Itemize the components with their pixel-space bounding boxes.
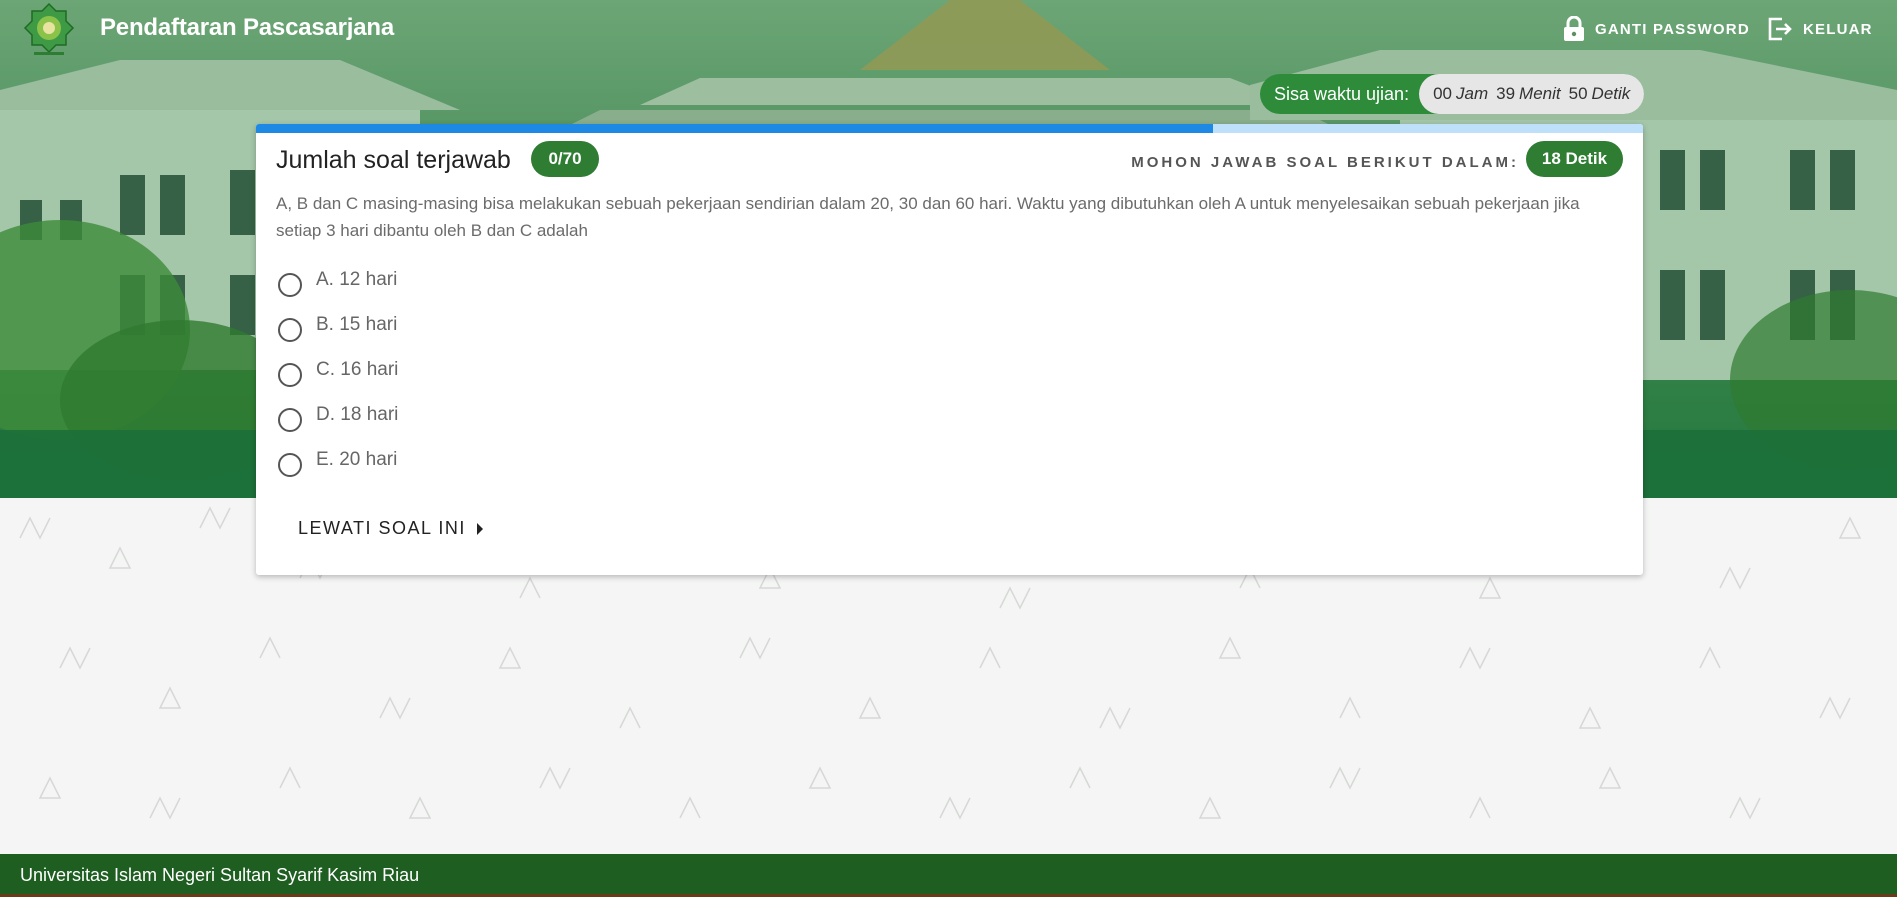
answer-option-c[interactable]: C. 16 hari [276,354,399,387]
radio-button[interactable] [278,408,302,432]
timer-label: Sisa waktu ujian: [1274,83,1410,104]
timer-minutes: 39 [1496,84,1516,103]
question-card: Jumlah soal terjawab 0/70 MOHON JAWAB SO… [256,124,1643,575]
answer-within-label: MOHON JAWAB SOAL BERIKUT DALAM: [1131,154,1519,171]
timer-hours: 00 [1433,84,1452,103]
radio-button[interactable] [278,273,302,297]
answer-option-b[interactable]: B. 15 hari [276,309,398,342]
change-password-label: GANTI PASSWORD [1595,20,1750,38]
radio-button[interactable] [278,363,302,387]
exam-timer: Sisa waktu ujian: 00 Jam 39 Menit 50 Det… [1260,74,1645,114]
question-progress-fill [256,124,1214,133]
lock-icon [1564,16,1584,41]
footer-text: Universitas Islam Negeri Sultan Syarif K… [20,865,420,885]
answer-option-label: B. 15 hari [316,314,398,335]
question-text: A, B dan C masing-masing bisa melakukan … [276,194,1580,240]
timer-value: 00 Jam 39 Menit 50 Detik [1419,74,1645,114]
skip-question-button[interactable]: LEWATI SOAL INI [298,518,484,539]
logout-icon [1768,17,1792,41]
change-password-button[interactable]: GANTI PASSWORD [1563,14,1750,44]
answered-count-badge: 0/70 [531,141,599,177]
timer-hours-unit: Jam [1456,84,1489,103]
timer-seconds-unit: Detik [1591,84,1631,103]
skip-question-label: LEWATI SOAL INI [298,518,466,538]
uin-suska-logo-icon[interactable] [20,2,78,58]
answered-count-title: Jumlah soal terjawab [276,146,511,174]
answer-within-badge: 18 Detik [1526,141,1623,177]
logout-label: KELUAR [1803,20,1873,38]
answer-option-label: D. 18 hari [316,404,399,425]
top-navbar: Pendaftaran Pascasarjana GANTI PASSWORD … [0,0,1897,60]
radio-button[interactable] [278,318,302,342]
answer-option-label: C. 16 hari [316,359,399,380]
logout-button[interactable]: KELUAR [1767,14,1873,44]
timer-minutes-unit: Menit [1519,84,1561,103]
question-progress-bar [256,124,1643,133]
answer-option-d[interactable]: D. 18 hari [276,399,399,432]
answer-option-a[interactable]: A. 12 hari [276,264,398,297]
answer-option-label: E. 20 hari [316,449,398,470]
footer: Universitas Islam Negeri Sultan Syarif K… [0,854,1897,897]
radio-button[interactable] [278,453,302,477]
timer-seconds: 50 [1568,84,1588,103]
app-title: Pendaftaran Pascasarjana [100,14,395,41]
caret-right-icon [476,522,483,535]
answer-option-label: A. 12 hari [316,269,398,290]
answer-option-e[interactable]: E. 20 hari [276,444,398,477]
